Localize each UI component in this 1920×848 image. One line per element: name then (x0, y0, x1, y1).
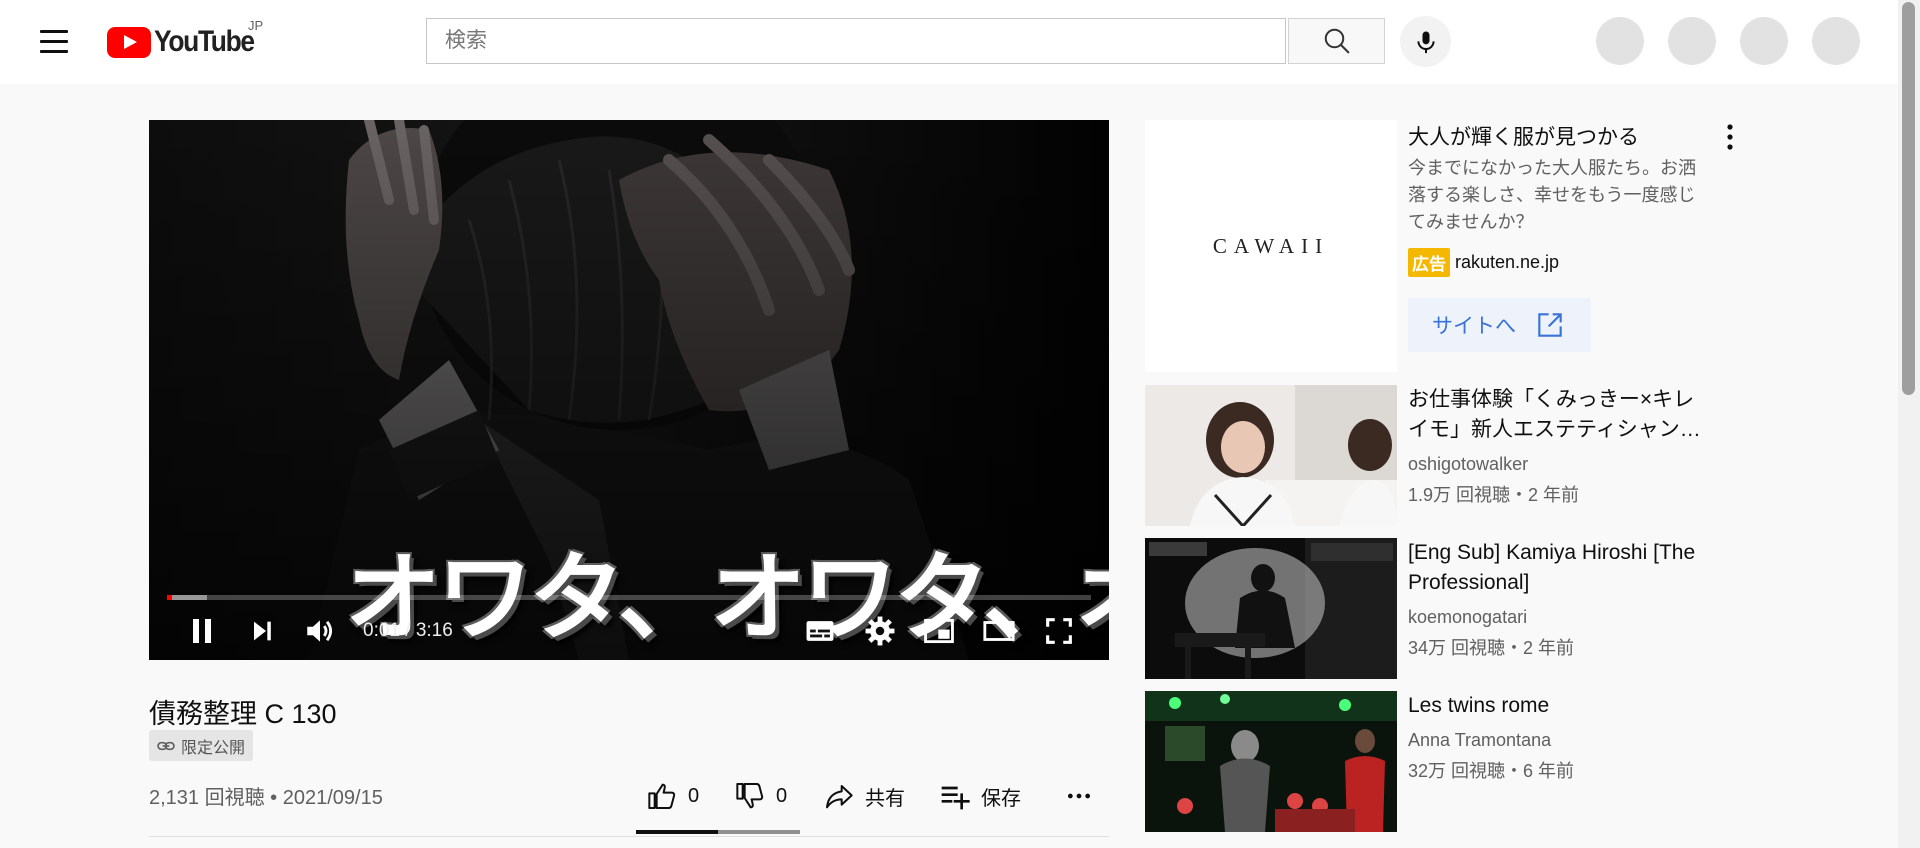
thumbnail-image (1145, 385, 1397, 526)
thumbs-down-icon (736, 783, 764, 809)
microphone-icon (1416, 31, 1435, 53)
ad-badge: 広告 (1408, 248, 1450, 277)
pause-icon[interactable] (184, 613, 220, 649)
sentiment-like-portion (636, 830, 718, 834)
recommendation-item[interactable]: お仕事体験「くみっきー×キレイモ」新人エステティシャン… oshigotowal… (1145, 385, 1705, 526)
volume-icon[interactable] (302, 614, 338, 648)
ad-cta-label: サイトへ (1432, 315, 1516, 338)
recommendation-thumbnail[interactable] (1145, 538, 1397, 679)
miniplayer-icon[interactable] (921, 614, 957, 648)
share-label: 共有 (865, 787, 905, 810)
recommendation-title[interactable]: お仕事体験「くみっきー×キレイモ」新人エステティシャン… (1408, 385, 1708, 445)
ad-title[interactable]: 大人が輝く服が見つかる (1408, 121, 1639, 151)
recommendation-thumbnail[interactable] (1145, 691, 1397, 832)
recommendation-title[interactable]: [Eng Sub] Kamiya Hiroshi [The Profession… (1408, 538, 1708, 598)
view-count-and-date: 2,131 回視聴 • 2021/09/15 (149, 781, 383, 810)
ad-domain: rakuten.ne.jp (1455, 252, 1560, 272)
info-divider (149, 836, 1109, 837)
sentiment-bar (636, 830, 800, 834)
header-avatar[interactable] (1668, 17, 1716, 65)
recommendation-stats: 34万 回視聴・2 年前 (1408, 638, 1575, 658)
progress-buffered (167, 595, 207, 600)
save-label: 保存 (981, 787, 1021, 810)
recommendation-channel[interactable]: Anna Tramontana (1408, 730, 1551, 751)
thumbnail-image (1145, 691, 1397, 832)
time-current: 0:01 (363, 620, 400, 641)
search-icon (1324, 28, 1350, 54)
masthead: YouTube JP (0, 0, 1898, 84)
info-separator: • (264, 787, 283, 809)
country-code: JP (248, 18, 264, 33)
ad-meta: 広告 rakuten.ne.jp (1408, 248, 1559, 277)
more-actions-button[interactable] (1066, 778, 1102, 814)
voice-search-button[interactable] (1400, 16, 1451, 67)
fullscreen-icon[interactable] (1042, 614, 1076, 648)
header-avatar[interactable] (1740, 17, 1788, 65)
subtitles-icon[interactable] (803, 614, 837, 648)
hamburger-menu-icon[interactable] (34, 28, 74, 56)
privacy-label: 限定公開 (181, 739, 246, 757)
gear-icon[interactable] (863, 614, 897, 648)
page-scrollbar-thumb[interactable] (1902, 2, 1915, 395)
recommendation-stats: 1.9万 回視聴・2 年前 (1408, 485, 1580, 505)
time-separator: / (399, 620, 416, 641)
theater-mode-icon[interactable] (981, 614, 1017, 648)
playlist-add-icon (941, 786, 970, 810)
ad-thumbnail[interactable]: CAWAII (1145, 120, 1397, 372)
logo-text: YouTube (154, 25, 255, 58)
time-display: 0:01 / 3:16 (363, 620, 453, 642)
progress-bar[interactable] (167, 595, 1091, 600)
video-title: 債務整理 C 130 (149, 699, 337, 729)
recommendation-channel[interactable]: koemonogatari (1408, 607, 1527, 628)
ad-brand-logo: CAWAII (1212, 233, 1330, 258)
like-button[interactable]: 0 (646, 778, 699, 814)
search-box (426, 18, 1286, 64)
recommendation-item[interactable]: [Eng Sub] Kamiya Hiroshi [The Profession… (1145, 538, 1705, 679)
thumbs-up-icon (648, 783, 676, 809)
thumbnail-image (1145, 538, 1397, 679)
like-count: 0 (688, 784, 700, 807)
link-icon (157, 741, 175, 750)
header-avatar[interactable] (1812, 17, 1860, 65)
external-link-icon (1538, 313, 1562, 337)
share-button[interactable]: 共有 (823, 778, 905, 814)
header-avatar[interactable] (1596, 17, 1644, 65)
save-button[interactable]: 保存 (939, 778, 1021, 814)
youtube-play-icon (107, 26, 151, 58)
skip-next-icon[interactable] (246, 615, 278, 647)
recommendation-channel[interactable]: oshigotowalker (1408, 454, 1528, 475)
recommendation-thumbnail[interactable] (1145, 385, 1397, 526)
more-horizontal-icon (1067, 793, 1091, 799)
dislike-count: 0 (776, 784, 788, 807)
recommendation-stats: 32万 回視聴・6 年前 (1408, 761, 1575, 781)
search-input[interactable] (427, 21, 1285, 61)
upload-date: 2021/09/15 (282, 787, 383, 809)
more-vertical-icon (1727, 124, 1733, 150)
ad-visit-site-button[interactable]: サイトへ (1408, 298, 1591, 352)
privacy-badge: 限定公開 (149, 730, 254, 761)
ad-description: 今までになかった大人服たち。お洒落する楽しさ、幸せをもう一度感じてみませんか？ (1408, 158, 1696, 232)
youtube-logo[interactable]: YouTube (107, 24, 267, 60)
ad-menu-button[interactable] (1718, 120, 1742, 154)
search-button[interactable] (1288, 18, 1385, 64)
progress-played (167, 595, 172, 600)
video-player[interactable]: オワタ、オワタ、オワタッ 0:01 / 3:16 (149, 120, 1109, 660)
time-total: 3:16 (415, 620, 453, 641)
dislike-button[interactable]: 0 (734, 778, 787, 814)
share-icon (826, 785, 853, 809)
recommendation-title[interactable]: Les twins rome (1408, 691, 1708, 721)
youtube-watch-page: YouTube JP 検索 オワタ、オワタ、 0:01 / 3:16 債務整理 … (0, 0, 1920, 848)
recommendation-item[interactable]: Les twins rome Anna Tramontana 32万 回視聴・6… (1145, 691, 1705, 832)
view-count: 2,131 回視聴 (149, 787, 265, 809)
